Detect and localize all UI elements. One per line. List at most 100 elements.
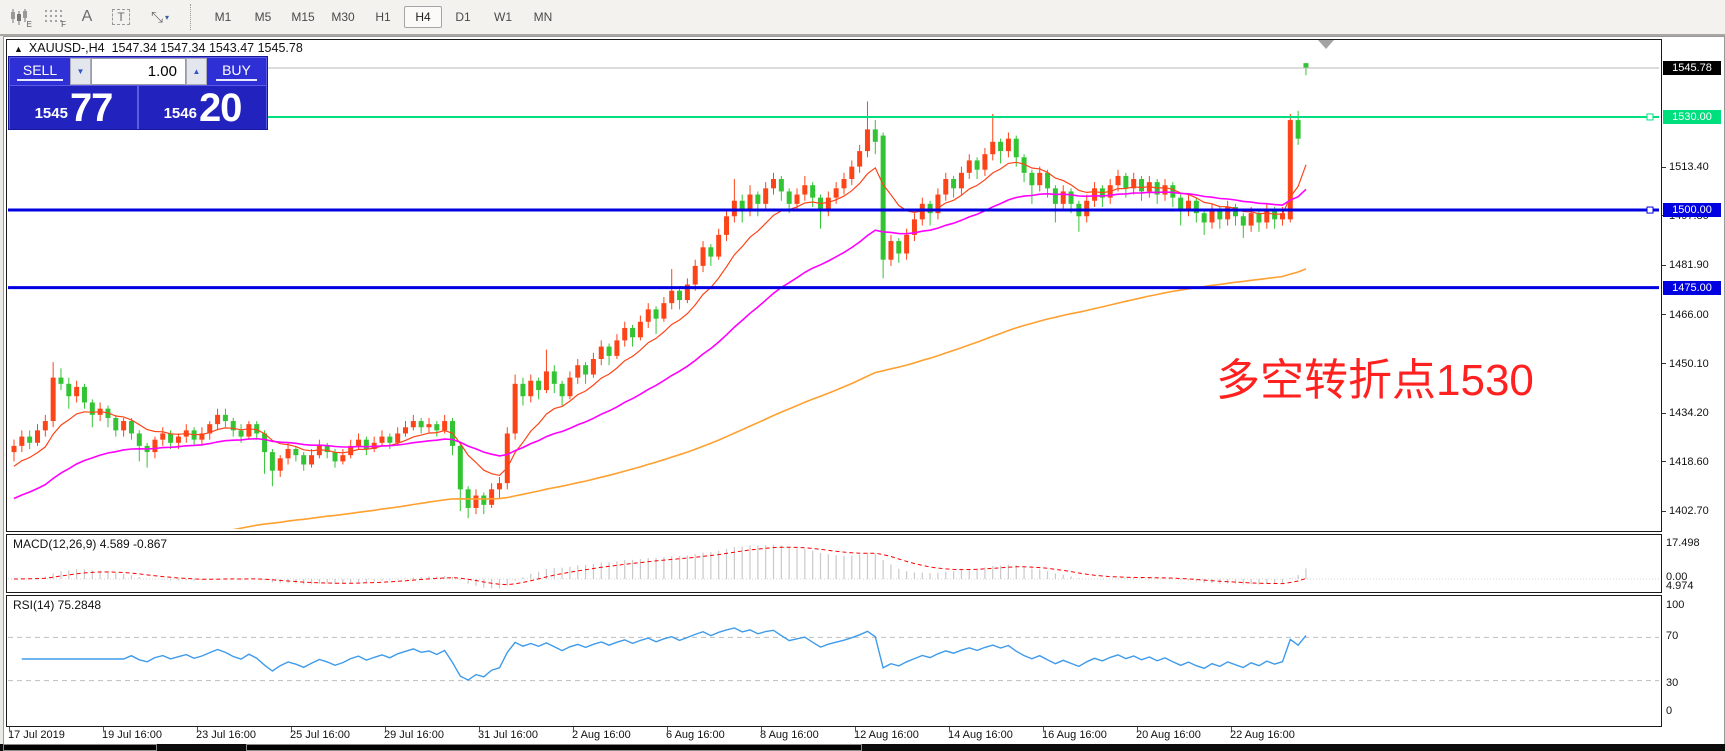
sell-price-pips: 77 xyxy=(70,89,113,127)
level-handle[interactable] xyxy=(1647,207,1653,213)
buy-button[interactable]: BUY xyxy=(207,58,266,85)
time-label: 16 Aug 16:00 xyxy=(1042,729,1107,741)
price-axis[interactable]: 1513.401497.801481.901466.001450.101434.… xyxy=(1662,39,1725,739)
bottom-tab-bar xyxy=(0,744,1725,751)
timeframe-button-w1[interactable]: W1 xyxy=(484,6,522,28)
ohlc-low: 1543.47 xyxy=(209,41,254,55)
price-tick: 1450.10 xyxy=(1662,358,1709,370)
time-label: 17 Jul 2019 xyxy=(8,729,65,741)
price-tick: 1466.00 xyxy=(1662,309,1709,321)
price-tick: 1434.20 xyxy=(1662,407,1709,419)
indicator-axis-label: 100 xyxy=(1666,599,1684,611)
sell-price[interactable]: 1545 77 xyxy=(10,86,139,129)
cursor-glyph: ⤡ xyxy=(151,9,163,26)
level-handle[interactable] xyxy=(1647,114,1653,120)
font-label-icon[interactable]: A xyxy=(72,4,102,30)
buy-price-pips: 20 xyxy=(199,89,242,127)
indicator-axis-label: 70 xyxy=(1666,630,1678,642)
rsi-label: RSI(14) 75.2848 xyxy=(13,598,101,612)
buy-price-base: 1546 xyxy=(164,105,197,122)
timeframe-button-h4[interactable]: H4 xyxy=(404,6,442,28)
rsi-line xyxy=(22,628,1306,680)
timeframe-button-mn[interactable]: MN xyxy=(524,6,562,28)
price-tick: 1402.70 xyxy=(1662,505,1709,517)
candlestick-series xyxy=(12,63,1309,518)
symbol-header: ▲ XAUUSD-,H4 1547.34 1547.34 1543.47 1545… xyxy=(14,41,303,55)
macd-label: MACD(12,26,9) 4.589 -0.867 xyxy=(13,537,167,551)
grid-icon[interactable]: F xyxy=(38,4,68,30)
tick-dash xyxy=(1662,363,1666,364)
tick-dash xyxy=(1662,511,1666,512)
level-price-badge: 1500.00 xyxy=(1663,203,1721,217)
bottom-tab[interactable] xyxy=(246,744,862,751)
tick-dash xyxy=(1662,314,1666,315)
buy-price[interactable]: 1546 20 xyxy=(139,86,266,129)
time-label: 31 Jul 16:00 xyxy=(478,729,538,741)
indicator-axis-label: 30 xyxy=(1666,677,1678,689)
bottom-tab[interactable] xyxy=(3,744,157,751)
trade-controls-row: SELL ▼ 1.00 ▲ BUY xyxy=(10,58,266,85)
macd-panel[interactable]: MACD(12,26,9) 4.589 -0.867 xyxy=(6,534,1662,593)
tick-dash xyxy=(1662,265,1666,266)
toolbar-separator xyxy=(190,4,197,30)
time-label: 20 Aug 16:00 xyxy=(1136,729,1201,741)
volume-decrease-button[interactable]: ▼ xyxy=(70,58,91,85)
level-price-badge: 1475.00 xyxy=(1663,281,1721,295)
chart-annotation-text[interactable]: 多空转折点1530 xyxy=(1216,358,1534,404)
charts-bar-icon[interactable]: E xyxy=(4,4,34,30)
timeframe-buttons: M1M5M15M30H1H4D1W1MN xyxy=(203,6,563,28)
letter-a-glyph: A xyxy=(82,8,93,26)
macd-histogram xyxy=(14,545,1306,589)
time-label: 6 Aug 16:00 xyxy=(666,729,725,741)
time-label: 2 Aug 16:00 xyxy=(572,729,631,741)
timeframe-button-m15[interactable]: M15 xyxy=(284,6,322,28)
ohlc-open: 1547.34 xyxy=(112,41,157,55)
ma-medium-line xyxy=(14,189,1306,498)
spin-down-icon: ▼ xyxy=(77,67,85,76)
time-axis[interactable]: 17 Jul 2019 19 Jul 16:00 23 Jul 16:00 25 Ju… xyxy=(6,727,1662,744)
icon-sub-f: F xyxy=(61,20,66,29)
time-label: 8 Aug 16:00 xyxy=(760,729,819,741)
indicator-axis-label: 17.498 xyxy=(1666,537,1700,549)
timeframe-button-m1[interactable]: M1 xyxy=(204,6,242,28)
text-box-icon[interactable]: T xyxy=(106,4,136,30)
time-label: 19 Jul 16:00 xyxy=(102,729,162,741)
indicator-axis-label: 4.974 xyxy=(1666,580,1694,592)
time-label: 25 Jul 16:00 xyxy=(290,729,350,741)
collapse-icon[interactable]: ▲ xyxy=(14,44,23,54)
chart-shift-marker-icon[interactable] xyxy=(1318,40,1334,49)
time-label: 14 Aug 16:00 xyxy=(948,729,1013,741)
price-tick: 1418.60 xyxy=(1662,456,1709,468)
tick-dash xyxy=(1662,461,1666,462)
ohlc-close: 1545.78 xyxy=(258,41,303,55)
trade-prices-row: 1545 77 1546 20 xyxy=(10,85,266,129)
rsi-panel[interactable]: RSI(14) 75.2848 xyxy=(6,595,1662,727)
tick-dash xyxy=(1662,167,1666,168)
toolbar: E F A T ⤡ ▾ M1M5M15M30H1H4D1W1MN xyxy=(0,0,1725,36)
grid-glyph xyxy=(44,9,62,25)
symbol-name: XAUUSD-,H4 xyxy=(29,41,105,55)
sell-button[interactable]: SELL xyxy=(10,58,70,85)
time-label: 22 Aug 16:00 xyxy=(1230,729,1295,741)
indicator-axis-label: 0 xyxy=(1666,705,1672,717)
current-price-badge: 1545.78 xyxy=(1663,61,1721,75)
sell-price-base: 1545 xyxy=(35,105,68,122)
level-price-badge: 1530.00 xyxy=(1663,110,1721,124)
one-click-trade-panel: SELL ▼ 1.00 ▲ BUY 1545 77 1546 20 xyxy=(9,57,267,129)
tick-dash xyxy=(1662,413,1666,414)
icon-sub-e: E xyxy=(27,20,32,29)
chevron-down-icon: ▾ xyxy=(165,13,169,22)
volume-input[interactable]: 1.00 xyxy=(91,58,186,85)
spin-up-icon: ▲ xyxy=(193,67,201,76)
time-label: 12 Aug 16:00 xyxy=(854,729,919,741)
volume-increase-button[interactable]: ▲ xyxy=(186,58,207,85)
ohlc-high: 1547.34 xyxy=(160,41,205,55)
timeframe-button-h1[interactable]: H1 xyxy=(364,6,402,28)
timeframe-button-m30[interactable]: M30 xyxy=(324,6,362,28)
price-tick: 1481.90 xyxy=(1662,259,1709,271)
ma-slow-line xyxy=(14,269,1306,529)
timeframe-button-d1[interactable]: D1 xyxy=(444,6,482,28)
cursor-tools-icon[interactable]: ⤡ ▾ xyxy=(140,4,180,30)
time-label: 23 Jul 16:00 xyxy=(196,729,256,741)
timeframe-button-m5[interactable]: M5 xyxy=(244,6,282,28)
